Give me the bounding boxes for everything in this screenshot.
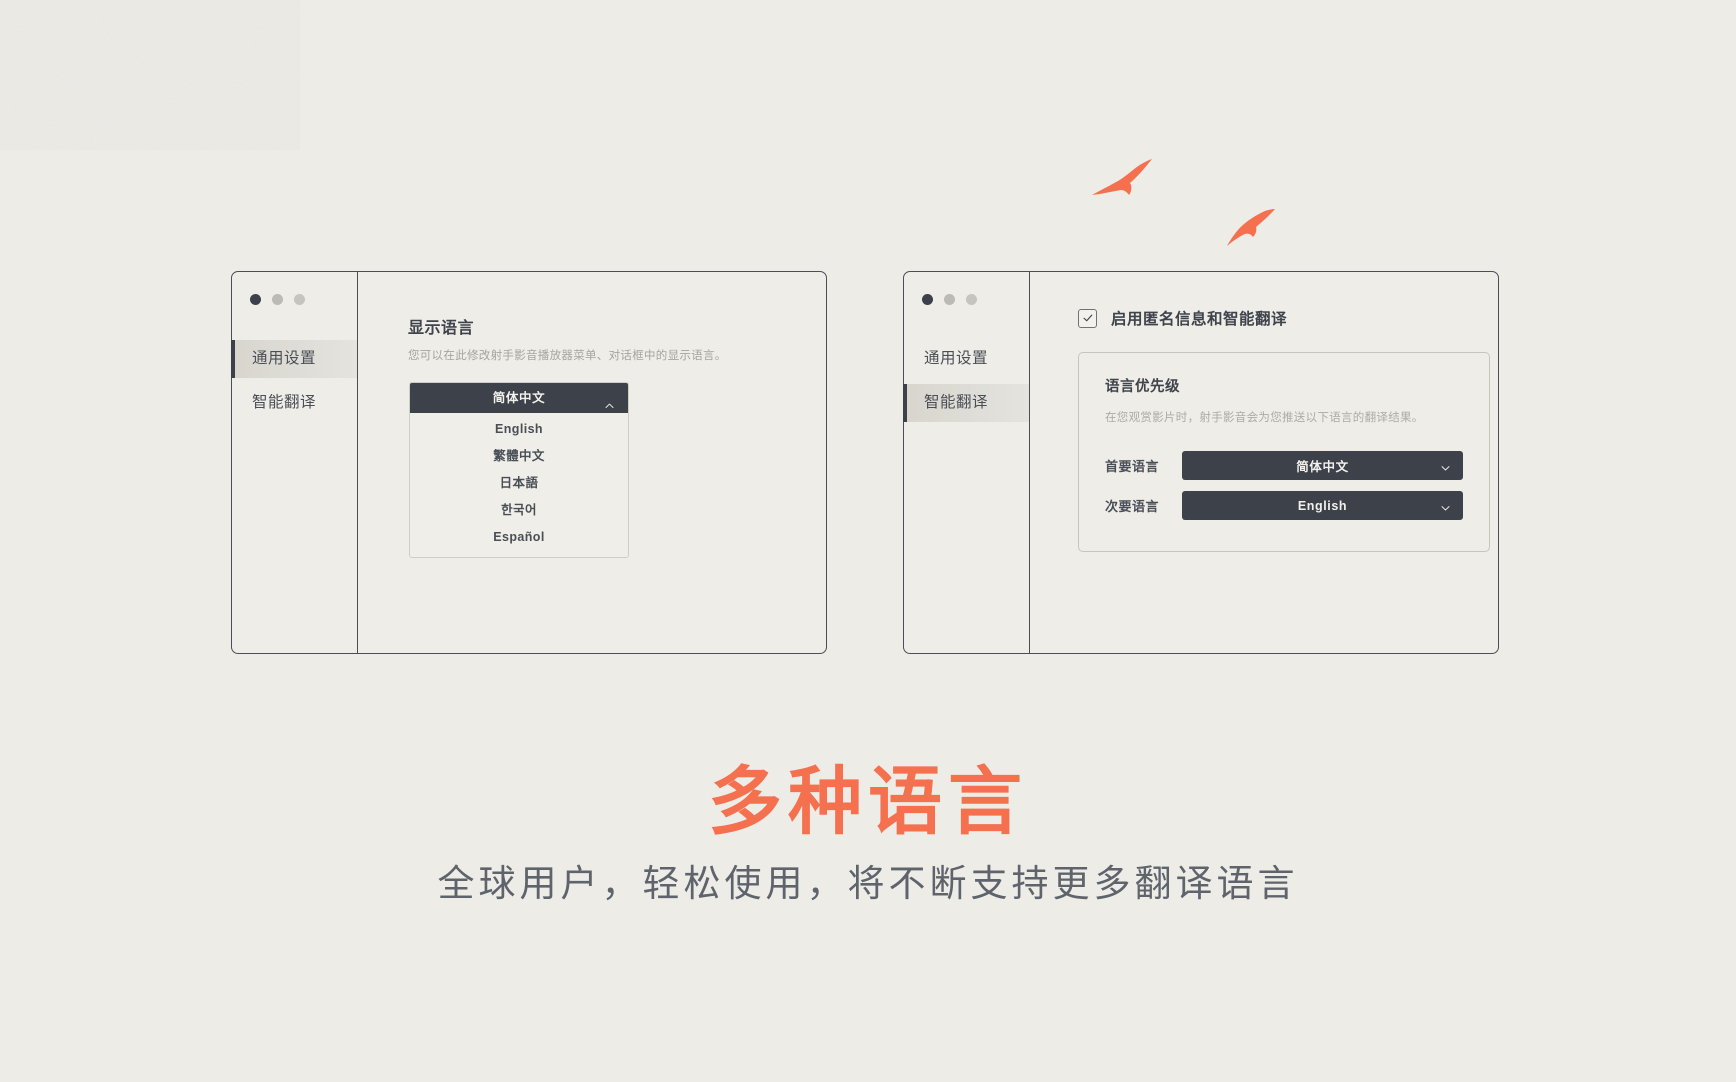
window-controls-right	[922, 294, 977, 305]
paper-grain-texture	[0, 0, 300, 150]
enable-anonymous-translation-checkbox[interactable]	[1078, 308, 1097, 328]
settings-window-general: 通用设置 智能翻译 显示语言 您可以在此修改射手影音播放器菜单、对话框中的显示语…	[230, 271, 827, 654]
dropdown-option[interactable]: Español	[410, 524, 628, 551]
chevron-down-icon	[1440, 500, 1451, 511]
sidebar-item-general-settings[interactable]: 通用设置	[904, 340, 1029, 378]
enable-anonymous-translation-label: 启用匿名信息和智能翻译	[1111, 311, 1288, 328]
bird-silhouette-small-icon	[1225, 206, 1277, 253]
dropdown-option[interactable]: 繁體中文	[410, 443, 628, 470]
sidebar-nav-right: 通用设置 智能翻译	[902, 340, 1029, 422]
sidebar-item-label: 通用设置	[252, 350, 317, 367]
secondary-language-value: English	[1297, 498, 1348, 513]
secondary-language-label: 次要语言	[1105, 499, 1160, 514]
enable-anonymous-translation-row[interactable]: 启用匿名信息和智能翻译	[1078, 307, 1287, 329]
dropdown-selected-value-row[interactable]: 简体中文	[410, 383, 628, 413]
dropdown-option[interactable]: 日本語	[410, 470, 628, 497]
sidebar-item-label: 通用设置	[924, 350, 989, 367]
language-priority-description: 在您观赏影片时，射手影音会为您推送以下语言的翻译结果。	[1105, 412, 1424, 424]
display-language-dropdown[interactable]: 简体中文 English 繁體中文 日本語 한국어 Español	[409, 382, 629, 558]
bird-silhouette-large-icon	[1090, 157, 1154, 214]
chevron-down-icon	[1440, 460, 1451, 471]
chevron-up-icon	[604, 393, 615, 408]
window-controls-left	[250, 294, 305, 305]
primary-language-label: 首要语言	[1105, 459, 1160, 474]
dropdown-option[interactable]: 한국어	[410, 497, 628, 524]
primary-language-row: 首要语言 简体中文	[1105, 451, 1463, 480]
check-icon	[1082, 312, 1094, 324]
primary-language-value: 简体中文	[1296, 460, 1349, 474]
content-pane-right: 启用匿名信息和智能翻译 语言优先级 在您观赏影片时，射手影音会为您推送以下语言的…	[1030, 272, 1498, 653]
secondary-language-row: 次要语言 English	[1105, 491, 1463, 520]
dropdown-option[interactable]: English	[410, 416, 628, 443]
page-subheadline: 全球用户，轻松使用，将不断支持更多翻译语言	[437, 863, 1299, 904]
sidebar-item-smart-translation[interactable]: 智能翻译	[232, 384, 357, 422]
display-language-description: 您可以在此修改射手影音播放器菜单、对话框中的显示语言。	[408, 350, 727, 362]
maximize-window-button[interactable]	[966, 294, 977, 305]
sidebar-right: 通用设置 智能翻译	[902, 272, 1030, 653]
language-priority-panel: 语言优先级 在您观赏影片时，射手影音会为您推送以下语言的翻译结果。 首要语言 简…	[1078, 352, 1490, 552]
sidebar-item-label: 智能翻译	[924, 394, 989, 411]
content-pane-left: 显示语言 您可以在此修改射手影音播放器菜单、对话框中的显示语言。 简体中文 En…	[358, 272, 826, 653]
minimize-window-button[interactable]	[944, 294, 955, 305]
language-priority-title: 语言优先级	[1105, 379, 1180, 395]
sidebar-item-smart-translation[interactable]: 智能翻译	[902, 384, 1029, 422]
minimize-window-button[interactable]	[272, 294, 283, 305]
sidebar-left: 通用设置 智能翻译	[230, 272, 358, 653]
page-headline: 多种语言	[708, 760, 1028, 843]
display-language-title: 显示语言	[408, 320, 475, 337]
secondary-language-select[interactable]: English	[1182, 491, 1463, 520]
sidebar-item-general-settings[interactable]: 通用设置	[230, 340, 357, 378]
close-window-button[interactable]	[250, 294, 261, 305]
dropdown-selected-value: 简体中文	[492, 391, 546, 405]
close-window-button[interactable]	[922, 294, 933, 305]
primary-language-select[interactable]: 简体中文	[1182, 451, 1463, 480]
sidebar-item-label: 智能翻译	[252, 394, 317, 411]
maximize-window-button[interactable]	[294, 294, 305, 305]
sidebar-nav-left: 通用设置 智能翻译	[230, 340, 357, 422]
dropdown-option-list: English 繁體中文 日本語 한국어 Español	[410, 413, 628, 557]
settings-window-translation: 通用设置 智能翻译 启用匿名信息和智能翻译 语言优先级 在您观赏影片时，射手影音…	[902, 271, 1499, 654]
